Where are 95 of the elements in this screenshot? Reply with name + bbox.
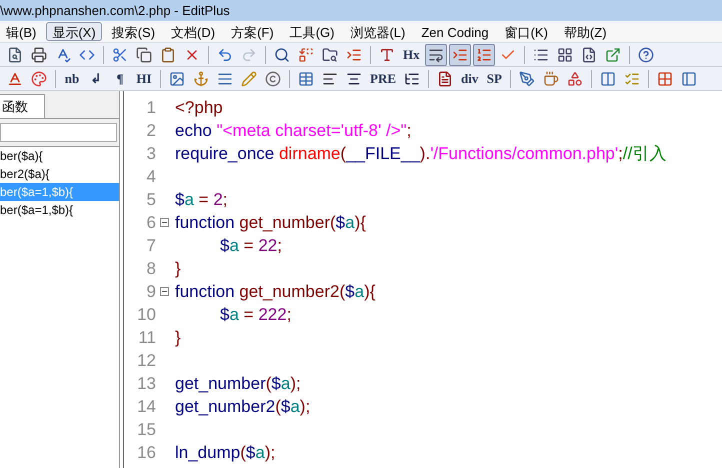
layout-icon: [681, 70, 698, 86]
line-number: 7: [146, 234, 156, 257]
function-list-item[interactable]: ber2($a){: [0, 165, 119, 183]
word-wrap-icon: [428, 46, 444, 62]
filter-field[interactable]: [0, 123, 117, 142]
code-line: get_number($a);: [175, 372, 301, 395]
code-line: require_once dirname(__FILE__).'/Functions/common.php';//引入: [175, 142, 666, 165]
line-number: 3: [146, 142, 156, 165]
font-color-icon: [7, 70, 23, 86]
toolbar-button[interactable]: nb: [61, 68, 83, 90]
toolbar-button[interactable]: HI: [133, 68, 155, 90]
toolbar-button[interactable]: [424, 44, 447, 66]
line-number: 1: [146, 96, 156, 119]
menu-item[interactable]: Zen Coding: [415, 22, 495, 41]
help-icon: [638, 46, 654, 62]
line-number: 5: [146, 188, 156, 211]
indent-guide-icon: [452, 46, 468, 62]
menu-item[interactable]: 窗口(K): [498, 22, 554, 41]
copyright-icon: [265, 70, 281, 86]
document-icon: [437, 70, 453, 86]
paragraph-icon: [322, 70, 338, 86]
line-number: 2: [146, 120, 156, 142]
print-preview-icon: [7, 46, 23, 62]
find-in-files-icon: [322, 46, 338, 62]
code-line: function get_number($a){: [175, 212, 366, 234]
font-icon: [379, 46, 395, 62]
code-line: $a = 2;: [175, 188, 228, 211]
toolbar-button[interactable]: ↲: [85, 68, 107, 90]
fold-icon[interactable]: [160, 218, 168, 227]
line-number: 10: [136, 304, 156, 326]
line-number: 11: [137, 326, 156, 349]
menu-item[interactable]: 方案(F): [225, 22, 280, 41]
line-number: 9: [146, 280, 156, 303]
menu-item[interactable]: 工具(G): [284, 22, 340, 41]
code-line: function get_number2($a){: [175, 280, 376, 303]
copy-icon: [136, 46, 152, 62]
line-number: 16: [136, 442, 156, 464]
code-line: }: [175, 326, 181, 349]
window-title: \www.phpnanshen.com\2.php - EditPlus: [0, 2, 230, 20]
columns-icon: [600, 70, 616, 86]
list-window-icon: [532, 46, 549, 62]
list-icon: [404, 70, 420, 86]
toolbar-button[interactable]: div: [458, 68, 482, 90]
toolbar-button[interactable]: PRE: [367, 68, 399, 90]
cup-icon: [543, 70, 560, 86]
code-line: get_number2($a);: [175, 396, 310, 418]
insert-icon: [346, 46, 362, 62]
redo-icon: [241, 46, 257, 62]
line-number: 6: [146, 212, 156, 234]
menu-item[interactable]: 文档(D): [165, 22, 222, 41]
paste-icon: [160, 46, 176, 62]
menu-item[interactable]: 帮助(Z): [558, 22, 613, 41]
fold-icon[interactable]: [160, 287, 168, 296]
code-line: echo "<meta charset='utf-8' />";: [175, 120, 412, 142]
cut-icon: [112, 46, 128, 62]
panel-icon: [556, 46, 573, 62]
line-number: 4: [146, 166, 156, 188]
line-number: 8: [146, 258, 156, 280]
line-number: 14: [136, 396, 156, 418]
menu-item[interactable]: 显示(X): [46, 22, 102, 41]
code-line: ln_dump($a);: [175, 442, 276, 464]
function-list-item[interactable]: ber($a=1,$b){: [0, 201, 119, 219]
color-grid-icon: [657, 70, 674, 86]
menu-item[interactable]: 浏览器(L): [344, 22, 412, 41]
anchor-icon: [193, 70, 209, 86]
line-number: 13: [136, 372, 156, 395]
menu-item[interactable]: 辑(B): [0, 22, 42, 41]
table-icon: [298, 70, 314, 86]
code-line: <?php: [175, 96, 223, 119]
code-line: }: [175, 258, 181, 280]
lines-icon: [217, 70, 233, 86]
toolbar-button[interactable]: ¶: [109, 68, 131, 90]
menu-item[interactable]: 搜索(S): [106, 22, 162, 41]
center-icon: [346, 70, 362, 86]
undo-icon: [217, 46, 233, 62]
toolbar-button[interactable]: SP: [483, 68, 506, 90]
color-palette-icon: [31, 70, 47, 86]
line-numbers-icon: [476, 46, 492, 62]
toolbar-button[interactable]: Hx: [400, 44, 423, 66]
document-icon: [580, 46, 597, 62]
line-number: 12: [136, 350, 156, 372]
replace-icon: [298, 46, 314, 62]
pen-icon: [519, 70, 536, 86]
search-icon: [274, 46, 290, 62]
pencil-icon: [241, 70, 257, 86]
window-icon: [604, 46, 621, 62]
code-line: $a = 22;: [220, 234, 282, 257]
image-icon: [169, 70, 185, 86]
print-icon: [31, 46, 47, 62]
function-list-item[interactable]: ber($a){: [0, 147, 119, 165]
checklist-icon: [624, 70, 640, 86]
sidebar-tab[interactable]: 函数: [0, 94, 45, 118]
line-number: 15: [136, 418, 156, 441]
objects-icon: [567, 70, 584, 86]
code-line: $a = 222;: [220, 304, 292, 326]
